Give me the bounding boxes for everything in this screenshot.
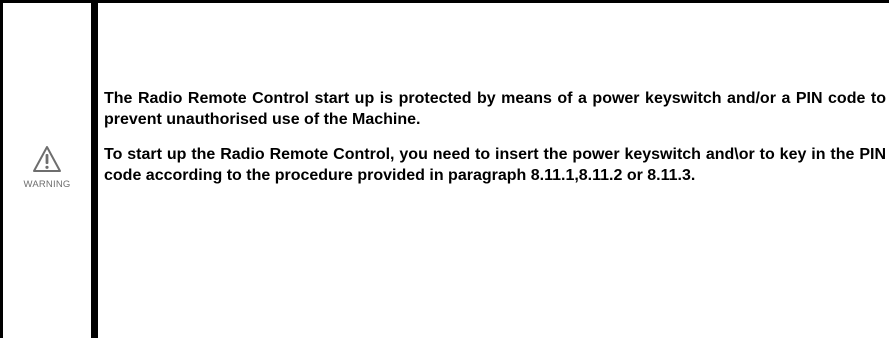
column-divider bbox=[91, 0, 98, 338]
warning-paragraph-1: The Radio Remote Control start up is pro… bbox=[104, 90, 886, 128]
warning-triangle-icon bbox=[33, 146, 61, 172]
warning-notice-box: WARNING The Radio Remote Control start u… bbox=[0, 0, 889, 338]
warning-paragraph-2: To start up the Radio Remote Control, yo… bbox=[104, 146, 886, 184]
box-top-border bbox=[0, 0, 889, 3]
warning-label: WARNING bbox=[23, 179, 71, 190]
warning-text: The Radio Remote Control start up is pro… bbox=[104, 88, 886, 186]
warning-icon-cell: WARNING bbox=[3, 3, 91, 338]
